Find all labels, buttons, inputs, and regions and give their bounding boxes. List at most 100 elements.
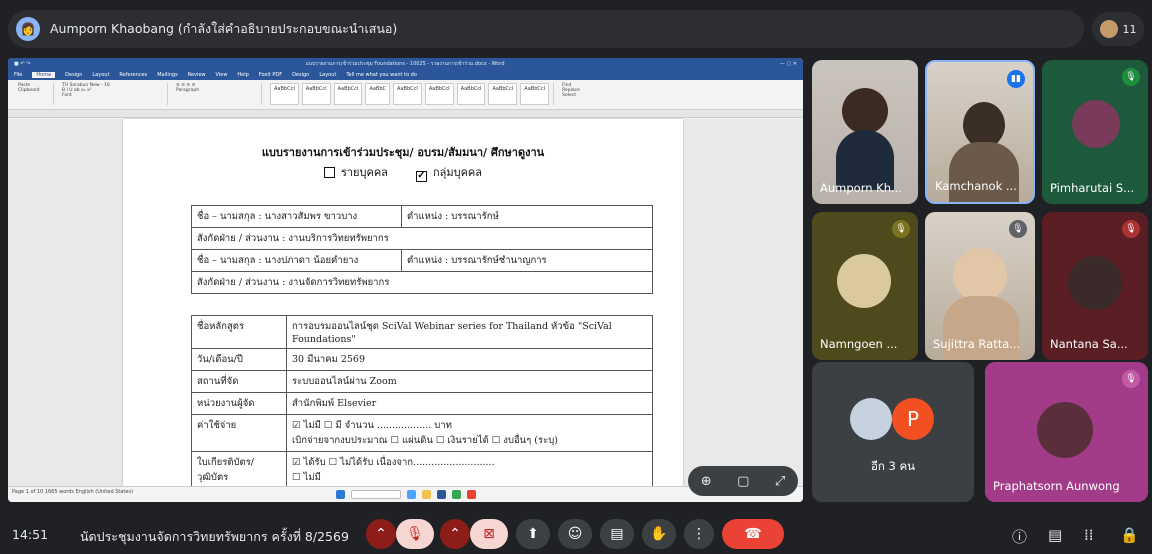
ruler — [8, 110, 803, 118]
place-value: ระบบออนไลน์ผ่าน Zoom — [286, 370, 653, 393]
camera-toggle-button[interactable]: ⊠ — [470, 519, 508, 549]
table-cell: สังกัดฝ่าย / ส่วนงาน : งานบริการวิทยทรัพ… — [191, 227, 653, 250]
more-participants-label: อีก 3 คน — [870, 459, 916, 473]
taskbar-app-icon — [406, 489, 416, 499]
windows-taskbar — [8, 486, 803, 502]
participant-tile-pimharutai[interactable]: 🎙 Pimharutai S... — [1042, 60, 1148, 204]
option-group: ✓ กลุ่มบุคคล — [415, 166, 483, 182]
option-individual: รายบุคคล — [323, 163, 388, 182]
mic-off-icon: 🎙 — [1122, 370, 1140, 388]
more-vert-icon: ⋮ — [692, 526, 706, 542]
clipboard-group: Paste Clipboard — [14, 83, 54, 105]
ribbon-tab[interactable]: File — [14, 72, 22, 78]
ribbon-tab[interactable]: Design — [65, 72, 82, 78]
mic-off-icon: 🎙 — [892, 220, 910, 238]
ribbon-tab[interactable]: Foxit PDF — [259, 72, 282, 78]
organizer-label: หน่วยงานผู้จัด — [191, 392, 287, 415]
taskbar-search — [350, 489, 401, 499]
presenter-bar: 👩 Aumporn Khaobang (กำลังใส่คำอธิบายประก… — [8, 10, 1084, 48]
table-row: สังกัดฝ่าย / ส่วนงาน : งานบริการวิทยทรัพ… — [191, 227, 653, 250]
style-gallery-item[interactable]: AaBbCcI — [270, 83, 299, 105]
style-gallery-item[interactable]: AaBbCcI — [333, 83, 363, 105]
style-gallery-item[interactable]: AaBbCcI — [488, 83, 518, 105]
table-row: สถานที่จัด ระบบออนไลน์ผ่าน Zoom — [191, 370, 653, 393]
word-ribbon-tabs: File Home Design Layout References Mailings Re… — [8, 70, 803, 80]
present-button[interactable]: ⬆ — [516, 519, 550, 549]
participant-name: Kamchanok ... — [935, 179, 1017, 193]
word-title: แบบรายงานการเข้าร่วมประชุม Foundations -… — [305, 61, 505, 67]
quick-access: ■ ↶ ↷ — [14, 61, 31, 67]
emoji-button[interactable]: ☺ — [558, 519, 592, 549]
participant-tile-nantana[interactable]: 🎙 Nantana Sa... — [1042, 212, 1148, 360]
participants-icon — [1099, 20, 1118, 38]
window-controls: — ▢ ✕ — [779, 61, 797, 67]
tell-me-search[interactable]: Tell me what you want to do — [346, 72, 417, 78]
ribbon-tab[interactable]: References — [119, 72, 147, 78]
paragraph-group: ≡ ≡ ≡ ≡ Paragraph — [172, 83, 262, 105]
table-row: ค่าใช้จ่าย ☑ ไม่มี ☐ มี จำนวน ..........… — [191, 414, 653, 452]
font-group: TH Sarabun New - 16 B I U ab x₂ x² Font — [58, 83, 168, 105]
organizer-value: สำนักพิมพ์ Elsevier — [286, 392, 653, 415]
style-gallery-item[interactable]: AaBbC — [365, 83, 391, 105]
style-gallery-item[interactable]: AaBbCcI — [393, 83, 422, 105]
camera-off-icon: ⊠ — [483, 526, 495, 542]
participant-tile-namngoen[interactable]: 🎙 Namngoen ... — [812, 212, 918, 360]
document-page: แบบรายงานการเข้าร่วมประชุม/ อบรม/สัมมนา/… — [123, 119, 683, 489]
participant-tile-praphatsorn[interactable]: 🎙 Praphatsorn Aunwong — [985, 362, 1148, 502]
style-gallery-item[interactable]: AaBbCcI — [301, 83, 331, 105]
participant-tile-kamchanok[interactable]: ▮▮ Kamchanok ... — [925, 60, 1035, 204]
participant-tile-aumporn[interactable]: Aumporn Kh... — [812, 60, 918, 204]
participant-count-button[interactable]: 11 — [1092, 12, 1144, 46]
date-label: วัน/เดือน/ปี — [191, 348, 287, 371]
raise-hand-button[interactable]: ✋ — [642, 519, 676, 549]
zoom-in-icon[interactable]: ⊕ — [701, 474, 712, 489]
table-cell: ชื่อ – นามสกุล : นางสาวสัมพร ขาวบาง — [191, 205, 402, 228]
table-row: สังกัดฝ่าย / ส่วนงาน : งานจัดการวิทยทรัพ… — [191, 271, 653, 294]
captions-icon: ▤ — [610, 526, 624, 542]
leave-call-button[interactable]: ☎ — [722, 519, 784, 549]
place-label: สถานที่จัด — [191, 370, 287, 393]
word-title-bar: ■ ↶ ↷ แบบรายงานการเข้าร่วมประชุม Foundat… — [8, 58, 803, 70]
chat-icon[interactable]: ▤ — [1048, 526, 1062, 544]
table-cell: ตำแหน่ง : บรรณารักษ์ชำนาญการ — [401, 249, 653, 272]
ribbon-tab[interactable]: Help — [237, 72, 248, 78]
ribbon-tab[interactable]: Review — [188, 72, 206, 78]
mic-options-button[interactable]: ⌃ — [366, 519, 396, 549]
participant-initial-avatar: P — [892, 398, 934, 440]
present-screen-icon: ⬆ — [527, 526, 539, 542]
ribbon-tab[interactable]: Home — [32, 72, 56, 78]
shared-screen: ■ ↶ ↷ แบบรายงานการเข้าร่วมประชุม Foundat… — [8, 58, 803, 502]
presenter-title: Aumporn Khaobang (กำลังใส่คำอธิบายประกอบ… — [50, 21, 398, 36]
more-options-button[interactable]: ⋮ — [684, 519, 714, 549]
table-row: ชื่อ – นามสกุล : นางสาวสัมพร ขาวบาง ตำแห… — [191, 205, 653, 228]
captions-button[interactable]: ▤ — [600, 519, 634, 549]
doc-checkboxes: รายบุคคล ✓ กลุ่มบุคคล — [123, 163, 683, 182]
participant-photo — [842, 88, 888, 134]
hand-icon: ✋ — [650, 526, 668, 542]
details-table: ชื่อหลักสูตร การอบรมออนไลน์ชุด SciVal We… — [191, 315, 653, 489]
cert-value: ☑ ได้รับ ☐ ไม่ได้รับ เนื่องจาก..........… — [286, 451, 653, 489]
participant-tile-sujittra[interactable]: 🎙 Sujittra Ratta... — [925, 212, 1035, 360]
ribbon-tab[interactable]: Layout — [92, 72, 109, 78]
ribbon-tab[interactable]: View — [216, 72, 228, 78]
table-row: ใบเกียรติบัตร/ วุฒิบัตร ☑ ได้รับ ☐ ไม่ได… — [191, 451, 653, 489]
more-participants-tile[interactable]: P อีก 3 คน — [812, 362, 974, 502]
participant-avatar — [1037, 402, 1093, 458]
style-gallery-item[interactable]: AaBbCcI — [520, 83, 550, 105]
mic-toggle-button[interactable]: 🎙 — [396, 519, 434, 549]
host-controls-icon[interactable]: 🔒 — [1120, 526, 1139, 544]
mic-off-icon: 🎙 — [1009, 220, 1027, 238]
cost-label: ค่าใช้จ่าย — [191, 414, 287, 452]
ribbon-tab[interactable]: Mailings — [157, 72, 178, 78]
expand-icon[interactable]: ⤢ — [775, 474, 785, 489]
style-gallery-item[interactable]: AaBbCcI — [424, 83, 454, 105]
frame-icon[interactable]: ▢ — [737, 474, 749, 489]
ribbon-tab[interactable]: Design — [292, 72, 309, 78]
ribbon-tab[interactable]: Layout — [319, 72, 336, 78]
table-row: วัน/เดือน/ปี 30 มีนาคม 2569 — [191, 348, 653, 371]
camera-options-button[interactable]: ⌃ — [440, 519, 470, 549]
style-gallery-item[interactable]: AaBbCcI — [456, 83, 486, 105]
info-icon[interactable]: ⓘ — [1012, 526, 1027, 547]
activities-icon[interactable]: ⁞⁞ — [1084, 526, 1094, 544]
word-app-icon — [436, 489, 446, 499]
